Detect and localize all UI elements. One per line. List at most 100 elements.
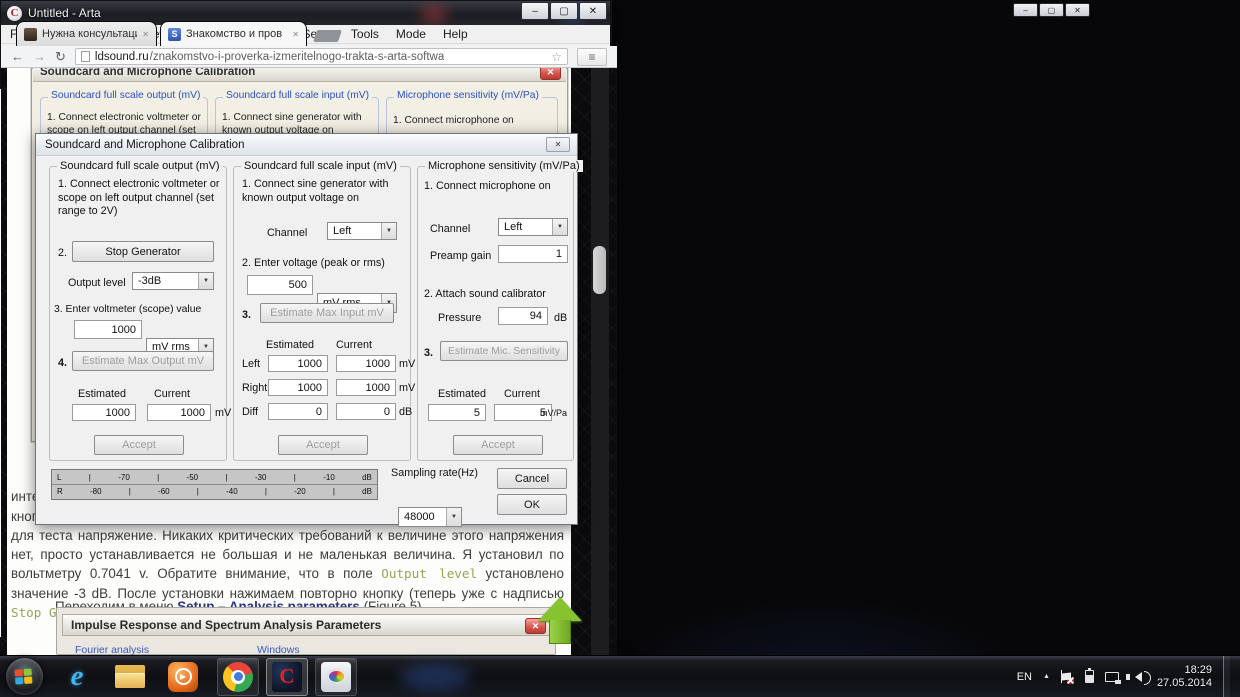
- output-level-dropdown[interactable]: -3dB ▼: [132, 272, 214, 290]
- step3-number: 3.: [242, 309, 252, 321]
- tab-close-icon[interactable]: ✕: [292, 30, 299, 39]
- cancel-button[interactable]: Cancel: [497, 468, 567, 489]
- browser-close-button[interactable]: ✕: [1065, 3, 1090, 17]
- tab-title: Нужна консультация по: [42, 28, 137, 40]
- calibration-dialog: Soundcard and Microphone Calibration ✕ S…: [35, 133, 583, 527]
- channel-label: Channel: [430, 223, 471, 235]
- taskbar-item-internet-explorer[interactable]: e: [56, 658, 98, 696]
- meter-tick: |: [196, 487, 199, 496]
- bookmark-star-icon[interactable]: ☆: [551, 50, 562, 64]
- browser-tab-inactive[interactable]: Нужна консультация по ✕: [16, 21, 157, 46]
- dialog-titlebar[interactable]: Soundcard and Microphone Calibration ✕: [36, 134, 577, 156]
- meter-tick: L: [57, 472, 62, 482]
- voltmeter-value-input[interactable]: 1000: [74, 320, 142, 339]
- page-scrollbar[interactable]: [591, 68, 609, 655]
- browser-menu-button[interactable]: ≡: [577, 47, 607, 66]
- taskbar-glow: [400, 664, 470, 690]
- battery-icon[interactable]: [1084, 668, 1094, 683]
- step3-text: 3. Enter voltmeter (scope) value: [54, 304, 202, 315]
- taskbar-item-chrome[interactable]: [217, 657, 259, 696]
- system-tray: EN ▲ 18:29 27.05.2014: [1017, 655, 1240, 697]
- pressure-unit: dB: [554, 312, 568, 324]
- generator-toggle-button[interactable]: Stop Generator: [72, 241, 214, 262]
- minimize-button[interactable]: –: [521, 2, 549, 20]
- estimate-max-input-button[interactable]: Estimate Max Input mV: [260, 303, 394, 323]
- show-desktop-button[interactable]: [1223, 655, 1230, 697]
- page-icon: [80, 51, 90, 62]
- mic-group: Microphone sensitivity (mV/Pa) 1. Connec…: [417, 160, 583, 461]
- tab-favicon: [24, 27, 37, 41]
- clock-date: 27.05.2014: [1156, 676, 1212, 689]
- windows-flag-icon: [14, 667, 33, 685]
- meter-tick: |: [225, 472, 228, 482]
- media-player-icon: ▶: [168, 661, 198, 692]
- channel-label: Channel: [267, 227, 308, 239]
- meter-unit: dB: [362, 487, 372, 496]
- browser-tab-active[interactable]: S Знакомство и проверка ✕: [160, 21, 307, 46]
- meter-tick: -10: [323, 472, 335, 482]
- estimate-mic-sensitivity-button[interactable]: Estimate Mic. Sensitivity: [440, 341, 568, 361]
- accept-output-button[interactable]: Accept: [94, 435, 184, 455]
- browser-navbar: ← → ↻ ldsound.ru/znakomstvo-i-proverka-i…: [1, 46, 617, 68]
- input-voltage-field[interactable]: 500: [247, 275, 313, 295]
- taskbar: e ▶ C EN ▲ 18:29 27.05.2014: [0, 655, 1240, 697]
- mic-channel-dropdown[interactable]: Left ▼: [498, 218, 568, 236]
- address-bar[interactable]: ldsound.ru/znakomstvo-i-proverka-izmerit…: [74, 48, 568, 65]
- group-title: Microphone sensitivity (mV/Pa): [425, 160, 583, 172]
- sampling-rate-value: 48000: [404, 511, 435, 523]
- figure4-dialog-titlebar: Soundcard and Microphone Calibration ✕: [33, 68, 566, 82]
- back-button[interactable]: ←: [11, 50, 24, 63]
- action-center-flag-icon[interactable]: [1060, 670, 1074, 684]
- accept-mic-button[interactable]: Accept: [453, 435, 543, 455]
- group-title: Soundcard full scale output (mV): [48, 90, 204, 101]
- preamp-gain-input[interactable]: 1: [498, 245, 568, 263]
- figure4-dialog-title: Soundcard and Microphone Calibration: [40, 68, 256, 78]
- dialog-close-button[interactable]: ✕: [546, 137, 570, 152]
- network-icon[interactable]: [1104, 671, 1121, 684]
- taskbar-item-media-player[interactable]: ▶: [162, 658, 204, 696]
- step1-text: 1. Connect sine generator with known out…: [242, 178, 389, 204]
- accept-input-button[interactable]: Accept: [278, 435, 368, 455]
- reload-button[interactable]: ↻: [55, 50, 66, 63]
- taskbar-item-paint[interactable]: [315, 657, 357, 696]
- input-channel-dropdown[interactable]: Left ▼: [327, 222, 397, 240]
- taskbar-clock[interactable]: 18:29 27.05.2014: [1157, 664, 1212, 690]
- tray-expand-icon[interactable]: ▲: [1043, 673, 1050, 680]
- meter-tick: -70: [118, 472, 130, 482]
- new-tab-button[interactable]: [313, 30, 342, 42]
- diff-estimated-field: 0: [268, 403, 328, 420]
- scrollbar-thumb[interactable]: [593, 246, 606, 294]
- tab-title: Знакомство и проверка: [186, 28, 282, 40]
- start-button[interactable]: [3, 658, 45, 696]
- meter-unit: dB: [362, 472, 372, 482]
- maximize-button[interactable]: ▢: [550, 2, 578, 20]
- pressure-input[interactable]: 94: [498, 307, 548, 325]
- browser-maximize-button[interactable]: ▢: [1039, 3, 1064, 17]
- taskbar-item-file-explorer[interactable]: [109, 658, 151, 696]
- browser-minimize-button[interactable]: –: [1013, 3, 1038, 17]
- sampling-rate-label: Sampling rate(Hz): [391, 467, 479, 479]
- step1-text: 1. Connect electronic voltmeter or scope…: [58, 178, 220, 217]
- menu-mode[interactable]: Mode: [396, 27, 426, 41]
- menu-help[interactable]: Help: [443, 27, 468, 41]
- close-button[interactable]: ✕: [579, 2, 607, 20]
- windows-start-icon: [5, 658, 43, 695]
- inline-code: Output level: [381, 566, 478, 582]
- forward-button[interactable]: →: [33, 50, 46, 63]
- estimate-max-output-button[interactable]: Estimate Max Output mV: [72, 351, 214, 371]
- language-indicator[interactable]: EN: [1017, 671, 1032, 683]
- paint-icon: [321, 661, 351, 692]
- tab-close-icon[interactable]: ✕: [142, 30, 149, 39]
- row-label: Left: [242, 358, 261, 370]
- meter-tick: -20: [294, 487, 306, 496]
- volume-icon[interactable]: [1125, 670, 1151, 685]
- scroll-to-top-button[interactable]: [538, 597, 582, 649]
- channel-value: Left: [504, 221, 523, 233]
- folder-icon: [115, 665, 145, 688]
- ok-button[interactable]: OK: [497, 494, 567, 515]
- taskbar-item-arta[interactable]: C: [266, 657, 308, 696]
- current-label: Current: [336, 339, 373, 351]
- sampling-rate-dropdown[interactable]: 48000 ▼: [398, 507, 462, 527]
- channel-value: Left: [333, 225, 352, 237]
- menu-tools[interactable]: Tools: [351, 27, 379, 41]
